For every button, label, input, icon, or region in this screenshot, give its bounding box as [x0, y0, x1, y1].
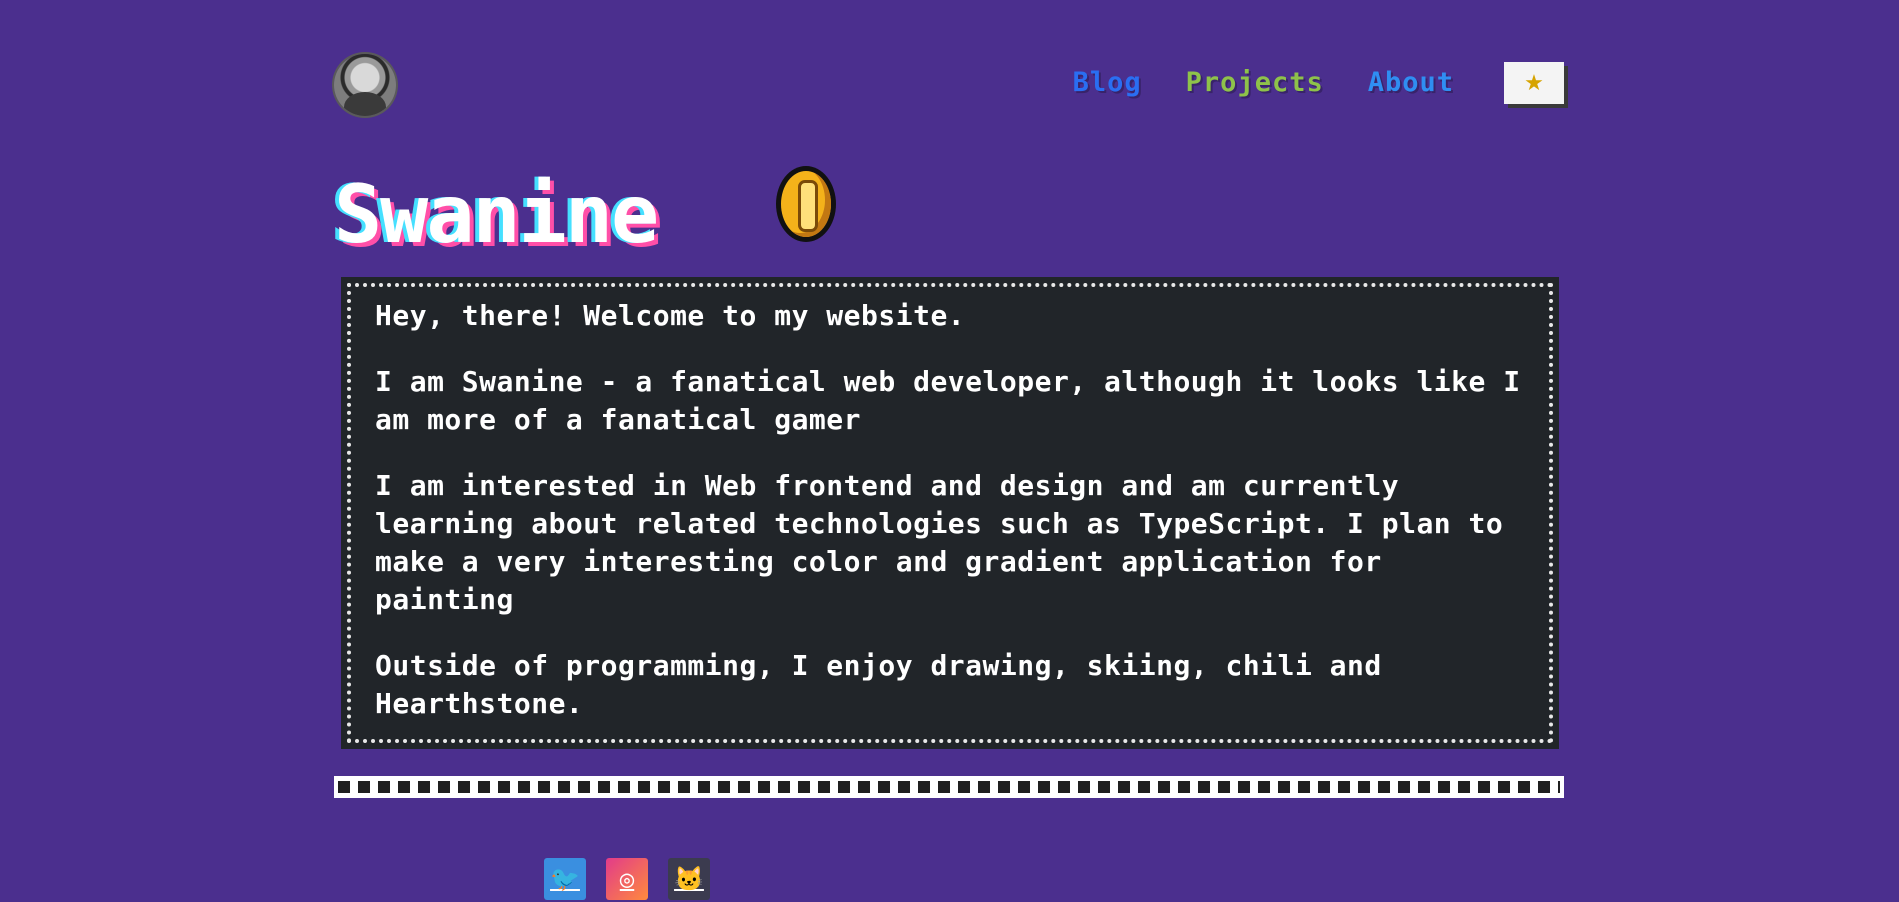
- intro-paragraph: I am Swanine - a fanatical web developer…: [375, 365, 1521, 436]
- divider-pattern: [338, 781, 1560, 793]
- social-links: 🐦 ◎ 🐱: [544, 858, 710, 900]
- theme-toggle-button[interactable]: ★: [1504, 62, 1564, 104]
- page-title: Swanine: [334, 168, 659, 261]
- intro-paragraph: I am interested in Web frontend and desi…: [375, 469, 1504, 616]
- nav-link-projects[interactable]: Projects: [1186, 67, 1324, 98]
- header: Blog Projects About ★: [334, 0, 1564, 140]
- title-row: Swanine: [334, 140, 1564, 261]
- main-nav: Blog Projects About ★: [1073, 60, 1564, 104]
- intro-text: Hey, there! Welcome to my website. I am …: [375, 297, 1525, 751]
- star-icon: ★: [1524, 70, 1544, 95]
- twitter-icon[interactable]: 🐦: [544, 858, 586, 900]
- avatar[interactable]: [334, 54, 396, 116]
- intro-paragraph: Outside of programming, I enjoy drawing,…: [375, 649, 1382, 720]
- main-container: Blog Projects About ★ Swanine Hey, there…: [334, 0, 1564, 798]
- page: Blog Projects About ★ Swanine Hey, there…: [0, 0, 1899, 902]
- nav-link-blog[interactable]: Blog: [1073, 67, 1142, 98]
- github-icon[interactable]: 🐱: [668, 858, 710, 900]
- instagram-icon[interactable]: ◎: [606, 858, 648, 900]
- intro-paragraph: Hey, there! Welcome to my website.: [375, 299, 966, 332]
- intro-box: Hey, there! Welcome to my website. I am …: [341, 277, 1559, 749]
- pixel-divider: [334, 776, 1564, 798]
- coin-icon: [776, 166, 836, 242]
- nav-link-about[interactable]: About: [1368, 67, 1454, 98]
